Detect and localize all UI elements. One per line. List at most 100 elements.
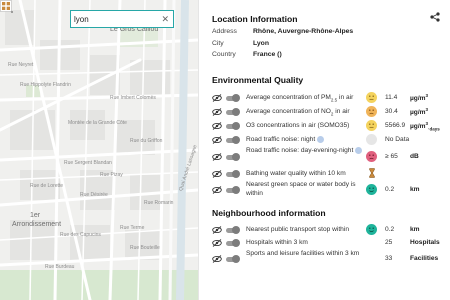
hospitals-value: 25: [385, 239, 393, 246]
eye-off-icon[interactable]: [212, 94, 222, 102]
no2-value: 30.4: [385, 108, 398, 115]
sad-face-icon: [366, 151, 377, 162]
happy-face-icon: [366, 184, 377, 195]
map-label-arrondissement-number: 1er: [30, 212, 41, 219]
map-label-grande-cote: Montée de la Grande Côte: [68, 120, 127, 126]
hospitals-unit: Hospitals: [410, 239, 440, 246]
eye-off-icon[interactable]: [212, 255, 222, 263]
map-label-rue-hippolyte: Rue Hippolyte Flandrin: [20, 82, 71, 88]
noise-den-unit: dB: [410, 153, 419, 160]
sad-face-icon: [366, 106, 377, 117]
green-unit: km: [410, 186, 420, 193]
noise-night-label: Road traffic noise: night: [246, 135, 366, 144]
map-view[interactable]: Le Gros Caillou 1er Arrondissement Quai …: [0, 0, 199, 300]
transport-label: Nearest public transport stop within: [246, 226, 349, 233]
map-label-rue-burdeau: Rue Burdeau: [45, 264, 75, 270]
pm25-label: Average concentration of PM2.5 in air: [246, 94, 354, 103]
environment-title: Environmental Quality: [212, 75, 304, 85]
o3-unit: µg/m3·days: [410, 121, 440, 132]
city-label: City: [212, 40, 224, 47]
eye-off-icon[interactable]: [212, 136, 222, 144]
location-title: Location Information: [212, 14, 298, 24]
noise-night-value: No Data: [385, 136, 410, 143]
o3-value: 5566.9: [385, 122, 406, 129]
eye-off-icon[interactable]: [212, 153, 222, 161]
eye-off-icon[interactable]: [212, 239, 222, 247]
map-label-rue-lorette: Rue de Lorette: [30, 183, 64, 189]
hospitals-row: Hospitals within 3 km 25 Hospitals: [210, 237, 446, 249]
transport-value: 0.2: [385, 226, 395, 233]
map-label-rue-desiree: Rue Désirée: [80, 192, 108, 198]
no2-unit: µg/m3: [410, 107, 429, 117]
sports-row: Sports and leisure facilities within 3 k…: [210, 249, 446, 269]
transport-toggle[interactable]: [226, 226, 240, 234]
sports-unit: Facilities: [410, 255, 439, 262]
eye-off-icon[interactable]: [212, 170, 222, 178]
layers-icon[interactable]: [0, 0, 12, 12]
eye-off-icon[interactable]: [212, 226, 222, 234]
eye-off-icon[interactable]: [212, 122, 222, 130]
search-box: ✕: [70, 10, 174, 28]
info-icon[interactable]: [317, 135, 325, 143]
o3-row: O3 concentrations in air (SOMO35) 5566.9…: [210, 120, 446, 132]
green-value: 0.2: [385, 186, 395, 193]
hospitals-toggle[interactable]: [226, 239, 240, 247]
eye-off-icon[interactable]: [212, 108, 222, 116]
map-label-rue-terme: Rue Terme: [120, 225, 145, 231]
noise-den-row: Road traffic noise: day-evening-night ≥ …: [210, 146, 446, 166]
no2-row: Average concentration of NO2 in air 30.4…: [210, 106, 446, 118]
o3-label: O3 concentrations in air (SOMO35): [246, 122, 350, 129]
map-label-rue-imbert: Rue Imbert Colomès: [110, 95, 156, 101]
eye-off-icon[interactable]: [212, 186, 222, 194]
city-value: Lyon: [253, 40, 269, 47]
map-label-rue-bouteille: Rue Bouteille: [130, 245, 160, 251]
noise-night-row: Road traffic noise: night No Data: [210, 134, 446, 146]
neighbourhood-title: Neighbourhood information: [212, 208, 326, 218]
bathing-label: Bathing water quality within 10 km: [246, 170, 346, 177]
o3-toggle[interactable]: [226, 122, 240, 130]
noise-den-toggle[interactable]: [226, 153, 240, 161]
sports-label: Sports and leisure facilities within 3 k…: [246, 250, 360, 257]
close-icon[interactable]: ✕: [161, 13, 169, 25]
map-label-rue-romarin: Rue Romarin: [144, 200, 174, 206]
pm25-value: 11.4: [385, 94, 398, 101]
map-streets: [0, 0, 198, 300]
address-label: Address: [212, 28, 237, 35]
sports-value: 33: [385, 255, 393, 262]
address-value: Rhône, Auvergne-Rhône-Alpes: [253, 28, 354, 35]
hospitals-label: Hospitals within 3 km: [246, 239, 308, 246]
transport-row: Nearest public transport stop within 0.2…: [210, 224, 446, 236]
info-icon[interactable]: [355, 146, 363, 154]
map-label-rue-capucins: Rue des Capucins: [60, 232, 101, 238]
noise-den-value: ≥ 65: [385, 153, 398, 160]
neutral-face-icon: [366, 120, 377, 131]
map-label-rue-sergent-blandan: Rue Sergent Blandan: [64, 160, 112, 166]
green-toggle[interactable]: [226, 186, 240, 194]
no2-label: Average concentration of NO2 in air: [246, 108, 350, 117]
bathing-toggle[interactable]: [226, 170, 240, 178]
search-input[interactable]: [74, 13, 154, 25]
hourglass-icon: [369, 168, 375, 178]
map-label-rue-neyret: Rue Neyret: [8, 62, 34, 68]
map-label-rue-du-griffon: Rue du Griffon: [130, 138, 163, 144]
share-icon[interactable]: [430, 12, 440, 22]
transport-unit: km: [410, 226, 420, 233]
info-panel: Location Information Address Rhône, Auve…: [204, 0, 450, 300]
country-label: Country: [212, 51, 236, 58]
green-row: Nearest green space or water body is wit…: [210, 180, 446, 200]
pm25-toggle[interactable]: [226, 94, 240, 102]
noise-den-label: Road traffic noise: day-evening-night: [246, 146, 366, 155]
pm25-unit: µg/m3: [410, 93, 429, 103]
green-label: Nearest green space or water body is wit…: [246, 181, 356, 197]
neutral-face-icon: [366, 92, 377, 103]
noise-night-toggle[interactable]: [226, 136, 240, 144]
no2-toggle[interactable]: [226, 108, 240, 116]
happy-face-icon: [366, 224, 377, 235]
map-label-arrondissement: Arrondissement: [12, 221, 62, 228]
country-value: France (): [253, 51, 282, 58]
pm25-row: Average concentration of PM2.5 in air 11…: [210, 92, 446, 104]
no-data-face-icon: [366, 134, 377, 145]
bathing-row: Bathing water quality within 10 km: [210, 168, 446, 180]
sports-toggle[interactable]: [226, 255, 240, 263]
map-label-rue-pizay: Rue Pizay: [100, 172, 123, 178]
